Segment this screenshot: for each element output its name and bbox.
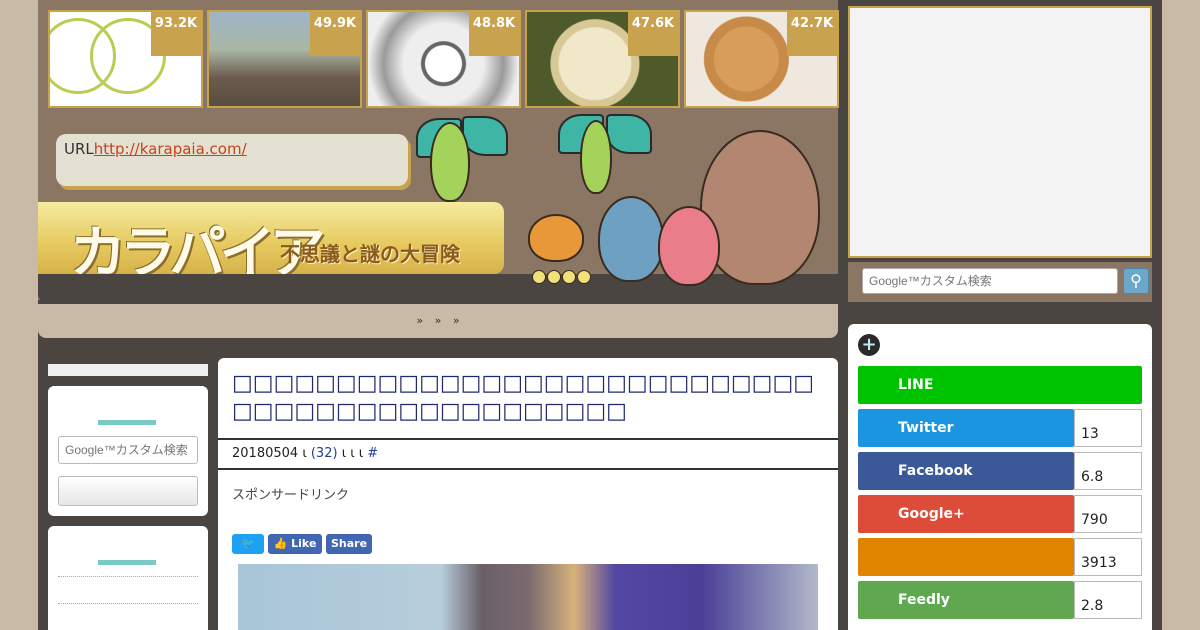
left-sidebar-list-box <box>48 526 208 630</box>
article-title[interactable]: □□□□□□□□□□□□□□□□□□□□□□□□□□□□□□□□□□□□□□□□… <box>232 370 822 426</box>
divider <box>218 438 838 440</box>
orange-count: 3913 <box>1074 538 1142 576</box>
twitter-icon: 🐦 <box>241 537 255 550</box>
list-divider <box>58 603 198 604</box>
section-divider <box>98 420 156 425</box>
view-count: 49.9K <box>310 12 360 56</box>
search-input[interactable] <box>862 268 1118 294</box>
mascot-green-butterfly <box>430 122 470 202</box>
thumbnail-2[interactable]: 49.9K <box>207 10 362 108</box>
view-count: 42.7K <box>787 12 837 56</box>
divider <box>218 468 838 470</box>
sidebar-search-button[interactable] <box>58 476 198 506</box>
line-share-button[interactable]: LINE <box>858 366 1142 404</box>
mascot-blue-bird <box>598 196 664 282</box>
facebook-share-button[interactable]: Facebook <box>858 452 1074 490</box>
social-hatena[interactable]: 3913 <box>858 538 1142 576</box>
mascot-chick <box>577 270 591 284</box>
sponsor-label: スポンサードリンク <box>232 488 350 503</box>
facebook-count: 6.8 <box>1074 452 1142 490</box>
meta-text: ι <box>302 446 307 461</box>
googleplus-share-button[interactable]: Google+ <box>858 495 1074 533</box>
social-feedly[interactable]: Feedly 2.8 <box>858 581 1142 619</box>
meta-text: ι ι ι <box>341 446 364 461</box>
feedly-button[interactable]: Feedly <box>858 581 1074 619</box>
mascot-pink-bird <box>658 206 720 286</box>
butterfly-wing-icon <box>606 114 652 154</box>
mascot-chick <box>562 270 576 284</box>
article-date: 20180504 <box>232 446 299 461</box>
permalink-hash[interactable]: # <box>367 446 378 461</box>
search-button[interactable]: ⚲ <box>1123 268 1149 294</box>
search-icon: ⚲ <box>1130 271 1142 290</box>
orange-share-button[interactable] <box>858 538 1074 576</box>
ad-banner[interactable] <box>848 6 1152 258</box>
list-divider <box>58 576 198 577</box>
thumbs-up-icon: 👍 <box>273 537 288 550</box>
article-meta: 20180504 ι (32) ι ι ι # <box>232 446 378 461</box>
view-count: 93.2K <box>151 12 201 56</box>
thumbnail-3[interactable]: 48.8K <box>366 10 521 108</box>
twitter-share-button[interactable]: 🐦 <box>232 534 264 554</box>
view-count: 48.8K <box>469 12 519 56</box>
mascot-chick <box>547 270 561 284</box>
social-panel: + LINE Twitter 13 Facebook 6.8 Google+ 7… <box>848 324 1152 630</box>
social-facebook[interactable]: Facebook 6.8 <box>858 452 1142 490</box>
left-sidebar-search-box <box>48 386 208 516</box>
like-label: Like <box>291 537 317 550</box>
mascot-chick <box>532 270 546 284</box>
site-url-link[interactable]: http://karapaia.com/ <box>94 140 247 158</box>
social-twitter[interactable]: Twitter 13 <box>858 409 1142 447</box>
mascot-orange-bird <box>528 214 584 262</box>
plus-icon[interactable]: + <box>858 334 880 356</box>
twitter-count: 13 <box>1074 409 1142 447</box>
popular-thumbnails: 93.2K 49.9K 48.8K 47.6K 42.7K <box>48 10 840 108</box>
facebook-share-button[interactable]: Share <box>326 534 372 554</box>
view-count: 47.6K <box>628 12 678 56</box>
article-panel: □□□□□□□□□□□□□□□□□□□□□□□□□□□□□□□□□□□□□□□□… <box>218 358 838 630</box>
site-tagline: 不思議と謎の大冒険 <box>280 242 460 266</box>
googleplus-count: 790 <box>1074 495 1142 533</box>
mascot-green-butterfly-2 <box>580 120 612 194</box>
facebook-like-button[interactable]: 👍 Like <box>268 534 322 554</box>
header-bar <box>38 274 838 302</box>
comment-count-link[interactable]: (32) <box>311 446 338 461</box>
left-sidebar-header <box>48 364 208 376</box>
thumbnail-1[interactable]: 93.2K <box>48 10 203 108</box>
feedly-count: 2.8 <box>1074 581 1142 619</box>
section-divider <box>98 560 156 565</box>
social-line[interactable]: LINE <box>858 366 1142 404</box>
thumbnail-5[interactable]: 42.7K <box>684 10 839 108</box>
twitter-share-button[interactable]: Twitter <box>858 409 1074 447</box>
article-image <box>238 564 818 630</box>
sidebar-search-input[interactable] <box>58 436 198 464</box>
url-label: URL <box>64 140 94 158</box>
thumbnail-4[interactable]: 47.6K <box>525 10 680 108</box>
url-box: URLhttp://karapaia.com/ <box>56 134 408 186</box>
social-googleplus[interactable]: Google+ 790 <box>858 495 1142 533</box>
breadcrumb: » » » <box>38 304 838 338</box>
